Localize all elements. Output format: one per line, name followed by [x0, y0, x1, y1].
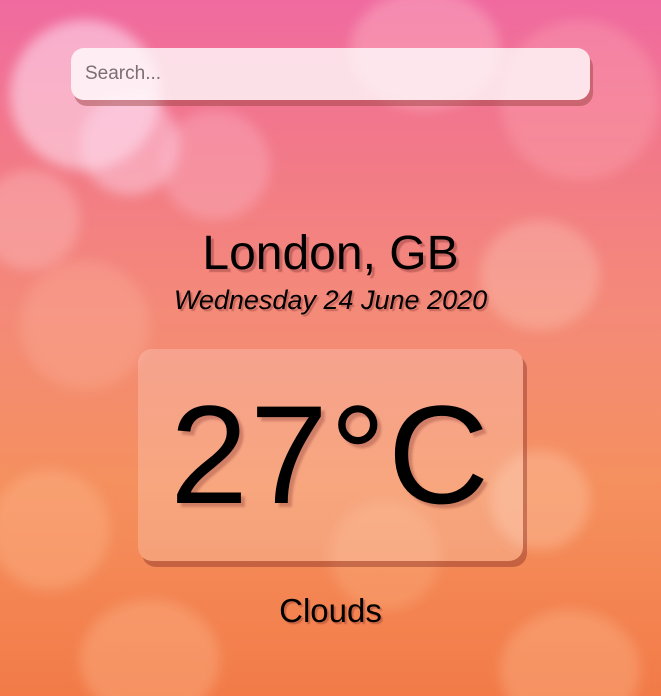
- search-bar: [71, 48, 590, 100]
- current-date: Wednesday 24 June 2020: [173, 285, 488, 315]
- bokeh-light: [0, 470, 110, 590]
- bokeh-light: [160, 110, 270, 220]
- temperature-card: 27°C: [138, 349, 523, 561]
- bokeh-light: [500, 20, 660, 180]
- weather-condition: Clouds: [279, 592, 382, 629]
- location-title: London, GB: [202, 227, 459, 280]
- temperature-value: 27°C: [170, 376, 491, 533]
- search-input[interactable]: [71, 48, 590, 100]
